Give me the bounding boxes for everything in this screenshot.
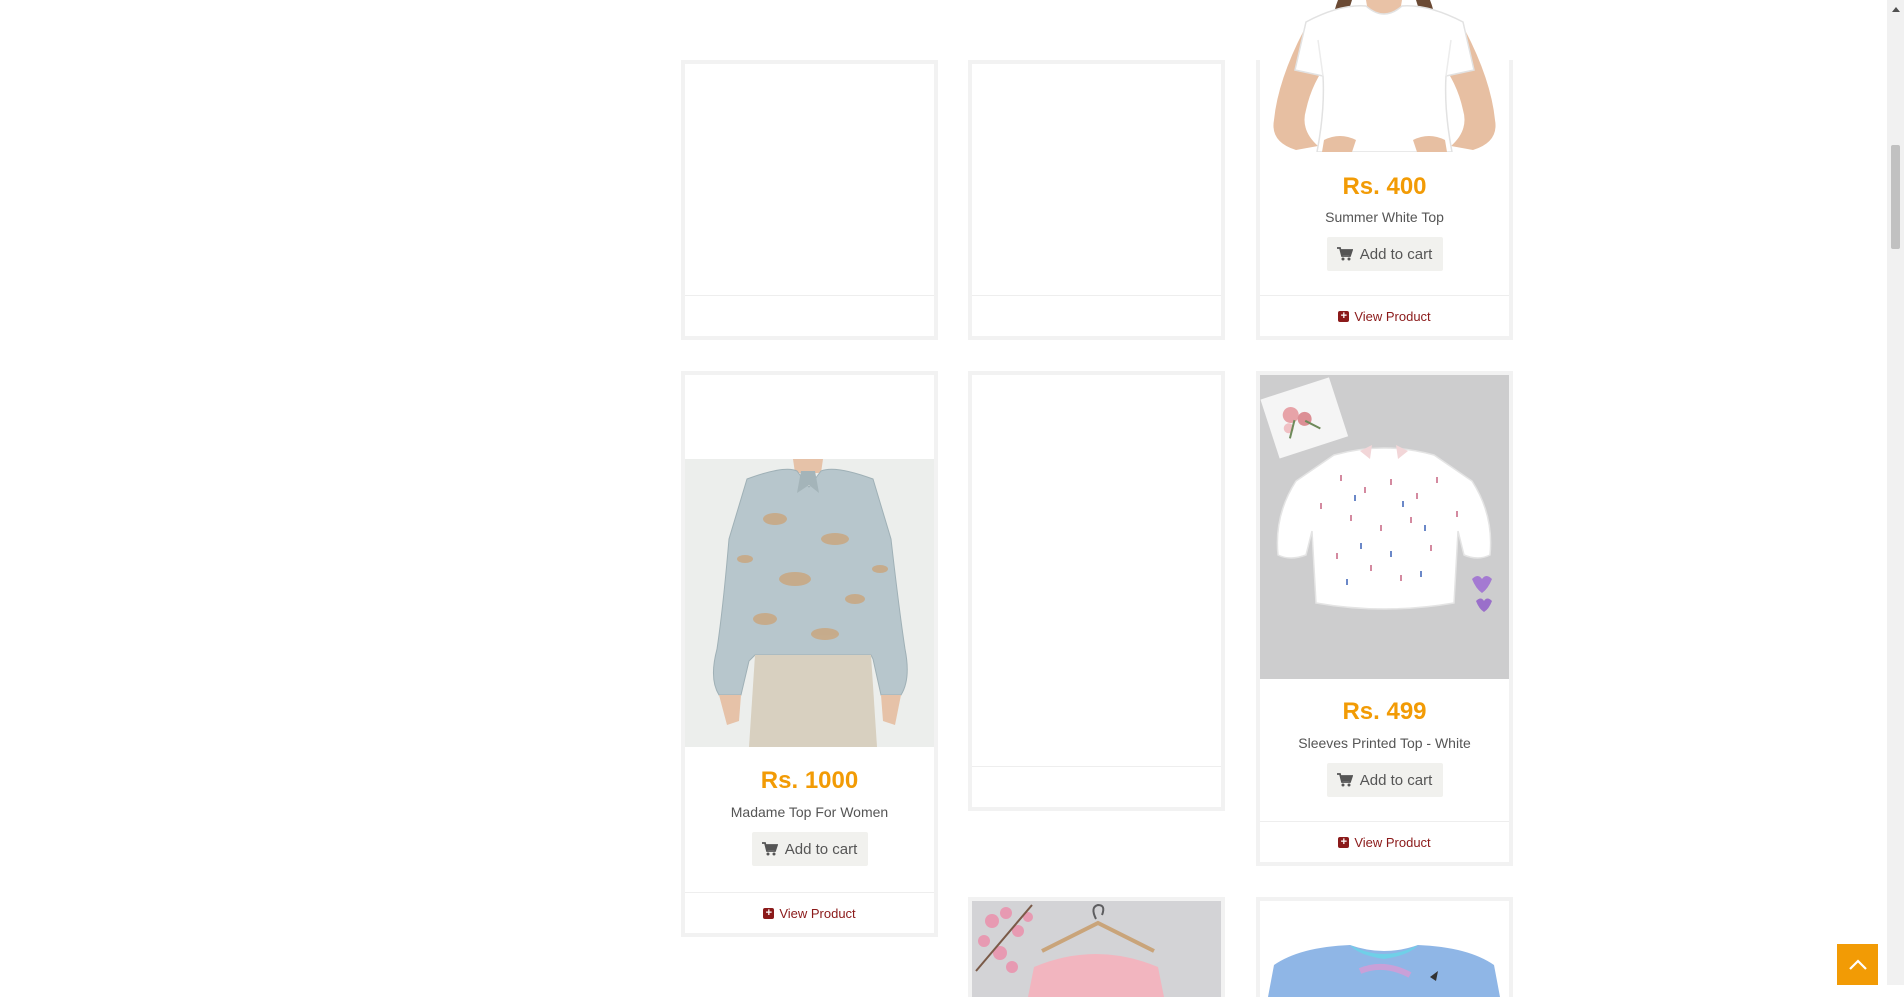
card-footer	[972, 766, 1221, 807]
product-name: Summer White Top	[1325, 209, 1444, 225]
product-card	[968, 897, 1225, 997]
product-name: Sleeves Printed Top - White	[1298, 735, 1471, 751]
product-image[interactable]	[1260, 375, 1509, 679]
card-footer	[972, 295, 1221, 336]
product-card	[968, 60, 1225, 340]
vertical-scrollbar[interactable]	[1887, 0, 1904, 985]
view-product-link[interactable]: + View Product	[685, 892, 934, 933]
shopping-cart-icon	[1336, 773, 1353, 787]
view-product-label: View Product	[779, 905, 856, 921]
product-image[interactable]	[1260, 0, 1509, 152]
product-price: Rs. 400	[1342, 173, 1427, 200]
add-to-cart-button[interactable]: Add to cart	[1326, 763, 1443, 797]
add-to-cart-label: Add to cart	[1359, 771, 1433, 789]
product-price: Rs. 499	[1342, 698, 1427, 725]
add-to-cart-label: Add to cart	[1359, 245, 1433, 263]
product-image[interactable]	[972, 901, 1221, 997]
product-card	[1256, 897, 1513, 997]
view-product-link[interactable]: + View Product	[1260, 821, 1509, 862]
product-image[interactable]	[685, 459, 934, 747]
card-footer	[685, 295, 934, 336]
add-to-cart-button[interactable]: Add to cart	[751, 832, 868, 866]
add-to-cart-label: Add to cart	[784, 840, 858, 858]
view-product-link[interactable]: + View Product	[1260, 295, 1509, 336]
product-image[interactable]	[1260, 901, 1509, 997]
plus-square-icon: +	[1338, 310, 1350, 322]
product-card: Rs. 400 Summer White Top Add to cart + V…	[1256, 0, 1513, 340]
plus-square-icon: +	[763, 907, 775, 919]
scrollbar-thumb[interactable]	[1891, 145, 1900, 249]
chevron-up-icon	[1848, 959, 1867, 970]
back-to-top-button[interactable]	[1837, 944, 1878, 985]
shopping-cart-icon	[761, 842, 778, 856]
view-product-label: View Product	[1354, 834, 1431, 850]
product-card	[681, 60, 938, 340]
shopping-cart-icon	[1336, 247, 1353, 261]
plus-square-icon: +	[1338, 836, 1350, 848]
product-card: Rs. 499 Sleeves Printed Top - White Add …	[1256, 371, 1513, 866]
add-to-cart-button[interactable]: Add to cart	[1326, 237, 1443, 271]
scroll-up-arrow-icon[interactable]	[1887, 0, 1904, 17]
product-name: Madame Top For Women	[730, 804, 889, 820]
product-card	[968, 371, 1225, 811]
product-card: Rs. 1000 Madame Top For Women Add to car…	[681, 371, 938, 937]
view-product-label: View Product	[1354, 308, 1431, 324]
product-price: Rs. 1000	[760, 767, 859, 794]
